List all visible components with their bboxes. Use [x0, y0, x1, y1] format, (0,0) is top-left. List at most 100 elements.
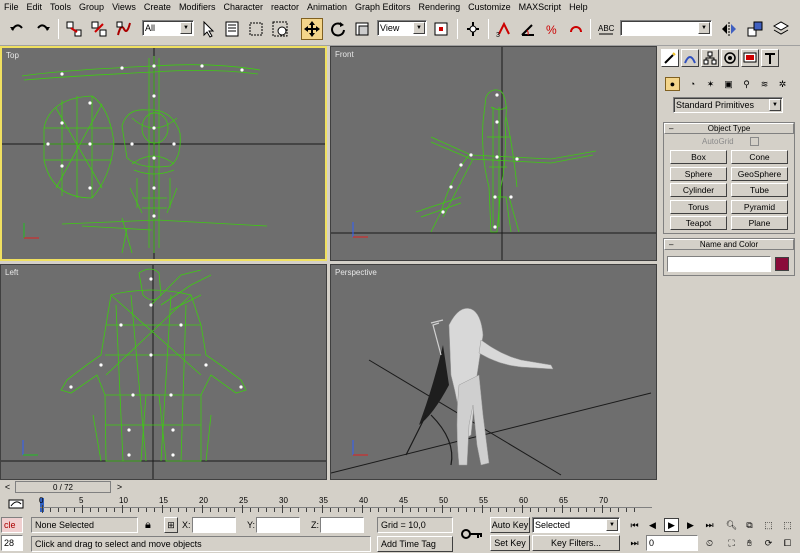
maxscript-listener-field[interactable]: cle: [1, 517, 23, 533]
edit-named-selections-icon[interactable]: ABC: [595, 18, 617, 40]
menu-customize[interactable]: Customize: [464, 0, 515, 14]
create-tube-button[interactable]: Tube: [731, 183, 788, 197]
object-type-header[interactable]: – Object Type: [664, 123, 794, 134]
cameras-icon[interactable]: ▣: [721, 77, 736, 91]
hierarchy-tab-icon[interactable]: [701, 49, 719, 67]
set-key-mode-icon[interactable]: [460, 524, 486, 544]
menu-rendering[interactable]: Rendering: [415, 0, 465, 14]
add-time-tag-button[interactable]: Add Time Tag: [377, 536, 453, 552]
select-rotate-icon[interactable]: [327, 18, 349, 40]
viewport-front-label[interactable]: Front: [335, 50, 354, 59]
utilities-tab-icon[interactable]: [761, 49, 779, 67]
zoom-icon[interactable]: 🔍︎: [724, 518, 739, 532]
y-coord-field[interactable]: [256, 517, 300, 533]
menu-help[interactable]: Help: [565, 0, 592, 14]
menu-character[interactable]: Character: [219, 0, 267, 14]
space-warps-icon[interactable]: ≋: [757, 77, 772, 91]
set-key-button[interactable]: Set Key: [490, 535, 530, 551]
modify-tab-icon[interactable]: [681, 49, 699, 67]
time-configuration-icon[interactable]: ⏲︎: [702, 536, 717, 550]
pan-icon[interactable]: ✋︎: [742, 536, 757, 550]
current-frame-field[interactable]: 0: [646, 535, 698, 551]
viewport-left-label[interactable]: Left: [5, 268, 18, 277]
angle-snap-icon[interactable]: [517, 18, 539, 40]
geometry-icon[interactable]: ●: [665, 77, 680, 91]
time-slider[interactable]: 0 / 72: [15, 481, 111, 493]
create-teapot-button[interactable]: Teapot: [670, 216, 727, 230]
lock-selection-icon[interactable]: 🔒︎: [145, 519, 151, 532]
menu-views[interactable]: Views: [108, 0, 140, 14]
object-color-swatch[interactable]: [775, 257, 789, 271]
viewport-front[interactable]: Front: [330, 46, 657, 261]
manipulate-icon[interactable]: [462, 18, 484, 40]
zoom-extents-all-icon[interactable]: ⬚: [780, 518, 795, 532]
bind-space-warp-icon[interactable]: [113, 18, 135, 40]
menu-group[interactable]: Group: [75, 0, 108, 14]
select-scale-icon[interactable]: [351, 18, 373, 40]
zoom-all-icon[interactable]: ⧉: [742, 518, 757, 532]
create-cylinder-button[interactable]: Cylinder: [670, 183, 727, 197]
open-mini-curve-editor-icon[interactable]: [8, 497, 24, 511]
viewport-perspective[interactable]: Perspective: [330, 264, 657, 480]
create-tab-icon[interactable]: [661, 49, 679, 67]
menu-file[interactable]: File: [0, 0, 23, 14]
mirror-icon[interactable]: [718, 18, 740, 40]
motion-tab-icon[interactable]: [721, 49, 739, 67]
menu-reactor[interactable]: reactor: [267, 0, 303, 14]
menu-maxscript[interactable]: MAXScript: [515, 0, 566, 14]
next-frame-arrow-icon[interactable]: >: [112, 480, 127, 494]
auto-key-button[interactable]: Auto Key: [490, 517, 530, 533]
menu-modifiers[interactable]: Modifiers: [175, 0, 220, 14]
display-tab-icon[interactable]: [741, 49, 759, 67]
shapes-icon[interactable]: ◔: [685, 77, 700, 91]
menu-create[interactable]: Create: [140, 0, 175, 14]
create-sphere-button[interactable]: Sphere: [670, 166, 727, 181]
go-to-start-icon[interactable]: ⏮︎: [627, 518, 642, 532]
next-frame-icon[interactable]: ▶︎: [683, 518, 698, 532]
play-icon[interactable]: ▶︎: [664, 518, 679, 532]
object-name-field[interactable]: [667, 256, 771, 272]
viewport-perspective-label[interactable]: Perspective: [335, 268, 377, 277]
helpers-icon[interactable]: ⚲: [739, 77, 754, 91]
z-coord-field[interactable]: [320, 517, 364, 533]
menu-edit[interactable]: Edit: [23, 0, 47, 14]
key-filters-button[interactable]: Key Filters...: [532, 535, 620, 551]
maximize-viewport-icon[interactable]: ⧠: [780, 536, 795, 550]
create-torus-button[interactable]: Torus: [670, 199, 727, 214]
selection-filter-dropdown[interactable]: All ▼: [142, 20, 194, 36]
create-geosphere-button[interactable]: GeoSphere: [731, 166, 788, 181]
redo-icon[interactable]: [32, 18, 54, 40]
percent-snap-icon[interactable]: %: [541, 18, 563, 40]
named-selection-dropdown[interactable]: ▼: [620, 20, 712, 36]
link-icon[interactable]: [63, 18, 85, 40]
undo-icon[interactable]: [6, 18, 28, 40]
lights-icon[interactable]: ✶: [703, 77, 718, 91]
systems-icon[interactable]: ✲: [775, 77, 790, 91]
arc-rotate-icon[interactable]: ⟳: [761, 536, 776, 550]
select-object-icon[interactable]: [197, 18, 219, 40]
go-to-end-icon[interactable]: ⏭︎: [702, 518, 717, 532]
key-mode-dropdown[interactable]: Selected ▼: [532, 517, 620, 533]
rect-region-icon[interactable]: [245, 18, 267, 40]
layer-manager-icon[interactable]: [770, 18, 792, 40]
x-coord-field[interactable]: [192, 517, 236, 533]
maxscript-mini-field[interactable]: 28: [1, 535, 23, 551]
prev-frame-arrow-icon[interactable]: <: [0, 480, 15, 494]
viewport-left[interactable]: Left: [0, 264, 327, 480]
viewport-top[interactable]: Top: [0, 46, 327, 261]
create-plane-button[interactable]: Plane: [731, 216, 788, 230]
pivot-icon[interactable]: [430, 18, 452, 40]
autogrid-checkbox[interactable]: [750, 137, 759, 146]
field-of-view-icon[interactable]: ⛶: [724, 536, 739, 550]
absolute-mode-icon[interactable]: ⊞: [164, 517, 178, 533]
select-by-name-icon[interactable]: [221, 18, 243, 40]
track-bar[interactable]: 0 5 10 15 20 25 30 35 40 45 50 55 60 65 70: [0, 494, 657, 516]
menu-graph-editors[interactable]: Graph Editors: [351, 0, 415, 14]
prev-frame-icon[interactable]: ◀︎: [645, 518, 660, 532]
spinner-snap-icon[interactable]: [565, 18, 587, 40]
unlink-icon[interactable]: [88, 18, 110, 40]
align-icon[interactable]: [744, 18, 766, 40]
create-box-button[interactable]: Box: [670, 150, 727, 164]
select-move-icon[interactable]: [301, 18, 323, 40]
menu-tools[interactable]: Tools: [46, 0, 75, 14]
